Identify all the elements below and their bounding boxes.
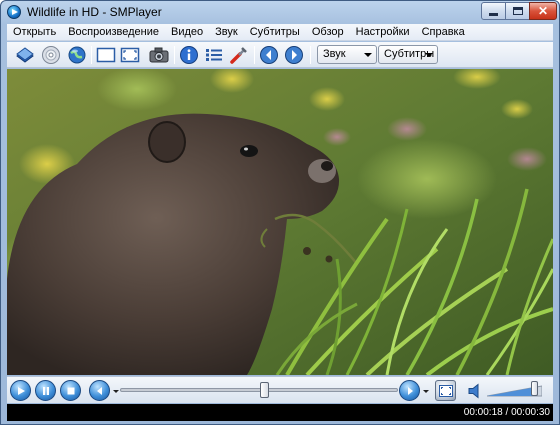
video-frame xyxy=(7,69,553,375)
toolbar-separator xyxy=(254,46,255,64)
fullscreen-icon xyxy=(120,47,140,63)
fullscreen-button[interactable] xyxy=(435,380,456,401)
screenshot-icon xyxy=(149,47,169,63)
audio-track-combo-label: Звук xyxy=(323,48,346,60)
previous-button[interactable] xyxy=(259,45,279,65)
stop-icon xyxy=(67,387,74,394)
menu-browse[interactable]: Обзор xyxy=(306,26,350,38)
rewind-button[interactable] xyxy=(89,380,110,401)
next-button[interactable] xyxy=(284,45,304,65)
menu-bar: Открыть Воспроизведение Видео Звук Субти… xyxy=(7,24,553,41)
smplayer-app-icon[interactable] xyxy=(7,5,21,19)
stop-button[interactable] xyxy=(60,380,81,401)
volume-handle[interactable] xyxy=(531,381,539,396)
pause-button[interactable] xyxy=(35,380,56,401)
minimize-button[interactable] xyxy=(481,2,506,20)
normal-size-icon xyxy=(96,47,116,63)
close-icon: ✕ xyxy=(537,4,549,18)
status-bar: 00:00:18 / 00:00:30 xyxy=(7,404,553,421)
chevron-down-icon xyxy=(425,53,433,57)
rewind-icon xyxy=(96,386,102,395)
next-icon xyxy=(285,46,303,64)
close-button[interactable]: ✕ xyxy=(529,2,557,20)
fullscreen-toggle-button[interactable] xyxy=(120,45,140,65)
playlist-icon xyxy=(206,49,222,61)
previous-icon xyxy=(260,46,278,64)
toolbar-separator xyxy=(310,46,311,64)
mute-button[interactable] xyxy=(465,380,486,401)
title-bar[interactable]: Wildlife in HD - SMPlayer ✕ xyxy=(1,1,559,23)
rewind-menu-icon[interactable] xyxy=(113,390,119,393)
forward-icon xyxy=(407,386,413,395)
info-icon xyxy=(180,46,198,64)
seek-handle[interactable] xyxy=(259,382,269,398)
minimize-icon xyxy=(489,12,498,16)
menu-options[interactable]: Настройки xyxy=(350,26,416,38)
menu-subtitles[interactable]: Субтитры xyxy=(244,26,306,38)
window-title: Wildlife in HD - SMPlayer xyxy=(27,5,162,19)
open-disc-button[interactable] xyxy=(41,45,61,65)
open-file-button[interactable] xyxy=(15,45,35,65)
playlist-button[interactable] xyxy=(204,45,224,65)
play-icon xyxy=(17,386,25,395)
play-button[interactable] xyxy=(10,380,31,401)
chevron-down-icon xyxy=(364,53,372,57)
screenshot-button[interactable] xyxy=(149,45,169,65)
toolbar-separator xyxy=(91,46,92,64)
maximize-button[interactable] xyxy=(505,2,530,20)
total-time: 00:00:30 xyxy=(511,407,550,418)
normal-size-button[interactable] xyxy=(96,45,116,65)
smplayer-window: Wildlife in HD - SMPlayer ✕ Открыть Восп… xyxy=(0,0,560,425)
open-url-icon xyxy=(68,46,86,64)
speaker-icon xyxy=(468,382,478,399)
fullscreen-icon xyxy=(438,384,453,397)
maximize-icon xyxy=(512,7,523,15)
pause-icon xyxy=(42,386,49,395)
main-toolbar: Звук Субтитры xyxy=(7,42,553,68)
time-separator: / xyxy=(502,407,512,418)
current-time: 00:00:18 xyxy=(463,407,503,418)
open-disc-icon xyxy=(42,46,60,64)
subtitles-combo[interactable]: Субтитры xyxy=(378,45,438,64)
preferences-button[interactable] xyxy=(229,45,249,65)
menu-audio[interactable]: Звук xyxy=(209,26,244,38)
forward-button[interactable] xyxy=(399,380,420,401)
menu-help[interactable]: Справка xyxy=(416,26,471,38)
forward-menu-icon[interactable] xyxy=(423,390,429,393)
toolbar-separator xyxy=(174,46,175,64)
open-url-button[interactable] xyxy=(67,45,87,65)
menu-play[interactable]: Воспроизведение xyxy=(62,26,165,38)
menu-video[interactable]: Видео xyxy=(165,26,209,38)
audio-track-combo[interactable]: Звук xyxy=(317,45,377,64)
open-file-icon xyxy=(16,47,34,63)
playback-controls xyxy=(7,376,553,403)
preferences-icon xyxy=(230,47,247,64)
video-area[interactable] xyxy=(7,69,553,375)
info-button[interactable] xyxy=(179,45,199,65)
menu-open[interactable]: Открыть xyxy=(7,26,62,38)
